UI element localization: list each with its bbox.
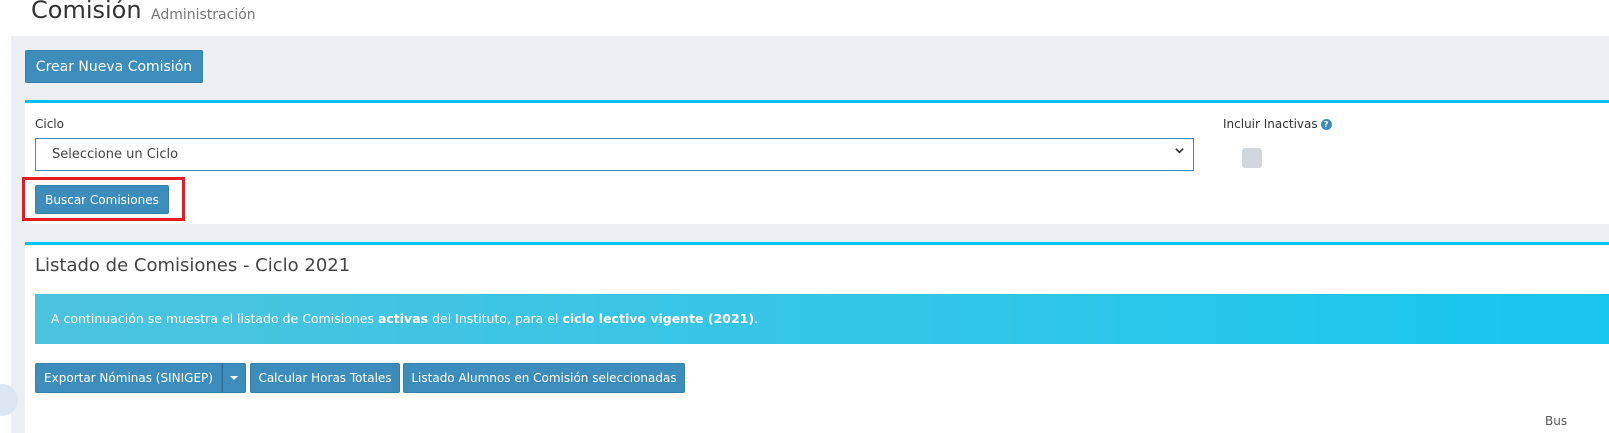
cycle-select[interactable]: Seleccione un Ciclo [35,138,1194,171]
cycle-label: Ciclo [35,117,64,131]
include-inactive-text: Incluir Inactivas [1223,117,1318,131]
include-inactive-label: Incluir Inactivas? [1223,117,1332,131]
caret-down-icon [230,376,238,380]
list-title: Listado de Comisiones - Ciclo 2021 [35,255,351,276]
list-box: Listado de Comisiones - Ciclo 2021 A con… [25,242,1609,433]
filter-box: Ciclo Seleccione un Ciclo Incluir Inacti… [25,100,1609,224]
include-inactive-checkbox[interactable] [1242,148,1262,168]
page-header: Comisión Administración [0,0,1609,36]
calculate-hours-button[interactable]: Calcular Horas Totales [250,363,400,393]
info-callout: A continuación se muestra el listado de … [35,294,1609,344]
callout-message: A continuación se muestra el listado de … [51,311,759,326]
students-list-button[interactable]: Listado Alumnos en Comisión seleccionada… [403,363,685,393]
left-strip [0,36,11,433]
page-title: Comisión [31,0,142,24]
create-commission-button[interactable]: Crear Nueva Comisión [25,50,203,83]
cycle-select-value: Seleccione un Ciclo [52,147,179,162]
page-subtitle: Administración [151,7,256,23]
export-sinigep-button[interactable]: Exportar Nóminas (SINIGEP) [35,363,222,393]
question-circle-icon[interactable]: ? [1320,119,1332,130]
side-bubble [0,384,18,416]
search-label-fragment: Bus [1545,414,1568,428]
chevron-down-icon [1174,145,1185,160]
search-commissions-button[interactable]: Buscar Comisiones [35,185,169,214]
export-dropdown-toggle[interactable] [222,363,246,393]
